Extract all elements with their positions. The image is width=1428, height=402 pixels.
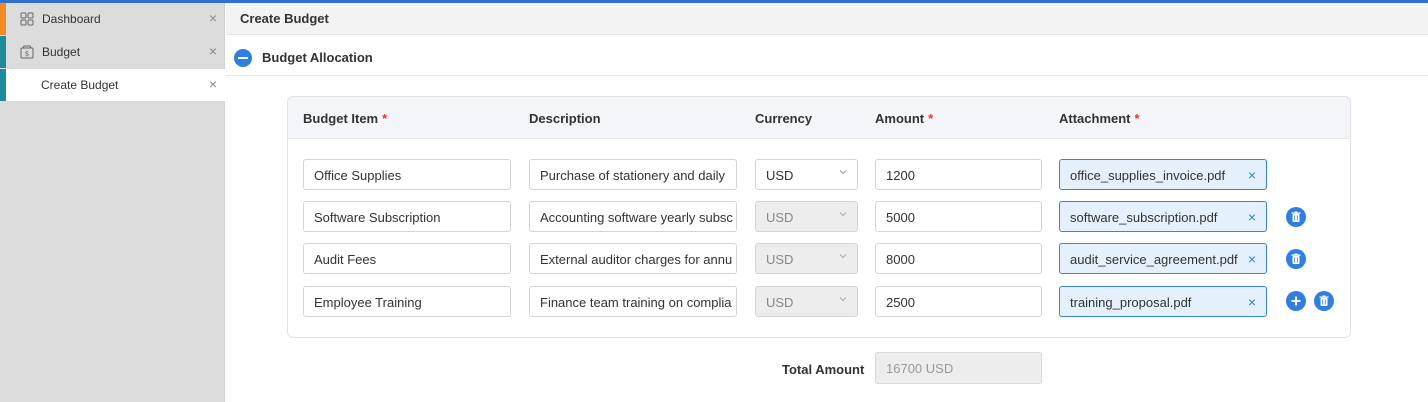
sidebar-item-create-budget[interactable]: Create Budget ×: [0, 69, 225, 101]
chevron-down-icon: [839, 297, 847, 302]
required-mark: *: [382, 111, 388, 126]
collapse-icon[interactable]: [234, 49, 252, 67]
attachment-chip[interactable]: training_proposal.pdf ×: [1059, 286, 1267, 317]
page-title: Create Budget: [240, 11, 329, 26]
add-row-button[interactable]: [1286, 291, 1306, 311]
amount-input[interactable]: 1200: [875, 159, 1042, 190]
attachment-filename: software_subscription.pdf: [1070, 210, 1218, 225]
chevron-down-icon: [839, 212, 847, 217]
trash-icon: [1291, 211, 1301, 222]
close-icon[interactable]: ×: [209, 76, 217, 92]
delete-row-button[interactable]: [1286, 207, 1306, 227]
chevron-down-icon: [839, 254, 847, 259]
svg-text:$: $: [25, 50, 29, 58]
section-title: Budget Allocation: [262, 50, 373, 65]
currency-value: USD: [766, 295, 794, 310]
budget-item-input[interactable]: Software Subscription: [303, 201, 511, 232]
section-header: Budget Allocation: [226, 36, 1428, 76]
delete-row-button[interactable]: [1314, 291, 1334, 311]
sidebar-accent-bar: [0, 36, 6, 68]
sidebar-item-label: Budget: [42, 45, 81, 59]
currency-value: USD: [766, 168, 794, 183]
amount-input[interactable]: 5000: [875, 201, 1042, 232]
amount-input[interactable]: 2500: [875, 286, 1042, 317]
column-header-currency: Currency: [755, 111, 813, 126]
column-header-amount: Amount *: [875, 111, 933, 126]
currency-select: USD: [755, 286, 858, 317]
currency-select: USD: [755, 243, 858, 274]
chevron-down-icon: [839, 170, 847, 175]
total-amount-field: 16700 USD: [875, 352, 1042, 384]
attachment-filename: office_supplies_invoice.pdf: [1070, 168, 1226, 183]
description-input[interactable]: External auditor charges for annu: [529, 243, 737, 274]
sidebar-item-dashboard[interactable]: Dashboard ×: [0, 3, 225, 35]
grid-icon: [20, 12, 34, 26]
column-header-attachment: Attachment *: [1059, 111, 1140, 126]
required-mark: *: [928, 111, 934, 126]
description-input[interactable]: Purchase of stationery and daily: [529, 159, 737, 190]
attachment-filename: training_proposal.pdf: [1070, 295, 1192, 310]
attachment-filename: audit_service_agreement.pdf: [1070, 252, 1238, 267]
remove-attachment-icon[interactable]: ×: [1248, 251, 1256, 267]
sidebar-accent-bar: [0, 69, 6, 101]
sidebar-item-label: Create Budget: [41, 78, 119, 92]
attachment-chip[interactable]: software_subscription.pdf ×: [1059, 201, 1267, 232]
trash-icon: [1291, 253, 1301, 264]
column-header-label: Budget Item: [303, 111, 379, 126]
attachment-chip[interactable]: audit_service_agreement.pdf ×: [1059, 243, 1267, 274]
amount-input[interactable]: 8000: [875, 243, 1042, 274]
currency-value: USD: [766, 252, 794, 267]
remove-attachment-icon[interactable]: ×: [1248, 167, 1256, 183]
page-header: Create Budget: [226, 3, 1428, 35]
attachment-chip[interactable]: office_supplies_invoice.pdf ×: [1059, 159, 1267, 190]
budget-item-input[interactable]: Audit Fees: [303, 243, 511, 274]
total-amount-label: Total Amount: [782, 362, 865, 377]
trash-icon: [1319, 295, 1329, 306]
remove-attachment-icon[interactable]: ×: [1248, 209, 1256, 225]
budget-item-input[interactable]: Office Supplies: [303, 159, 511, 190]
delete-row-button[interactable]: [1286, 249, 1306, 269]
currency-value: USD: [766, 210, 794, 225]
sidebar-item-label: Dashboard: [42, 12, 101, 26]
required-mark: *: [1134, 111, 1140, 126]
currency-select: USD: [755, 201, 858, 232]
description-input[interactable]: Finance team training on complia: [529, 286, 737, 317]
plus-icon: [1291, 296, 1301, 306]
table-header: Budget Item * Description Currency Amount…: [288, 97, 1350, 139]
wallet-icon: $: [20, 45, 34, 59]
sidebar-item-budget[interactable]: $ Budget ×: [0, 36, 225, 68]
currency-select[interactable]: USD: [755, 159, 858, 190]
sidebar: Dashboard × $ Budget × Create Budget ×: [0, 3, 225, 402]
close-icon[interactable]: ×: [209, 10, 217, 26]
remove-attachment-icon[interactable]: ×: [1248, 294, 1256, 310]
column-header-label: Amount: [875, 111, 925, 126]
close-icon[interactable]: ×: [209, 43, 217, 59]
sidebar-accent-bar: [0, 3, 6, 35]
budget-item-input[interactable]: Employee Training: [303, 286, 511, 317]
column-header-budget-item: Budget Item *: [303, 111, 387, 126]
description-input[interactable]: Accounting software yearly subsc: [529, 201, 737, 232]
column-header-label: Attachment: [1059, 111, 1131, 126]
column-header-description: Description: [529, 111, 601, 126]
